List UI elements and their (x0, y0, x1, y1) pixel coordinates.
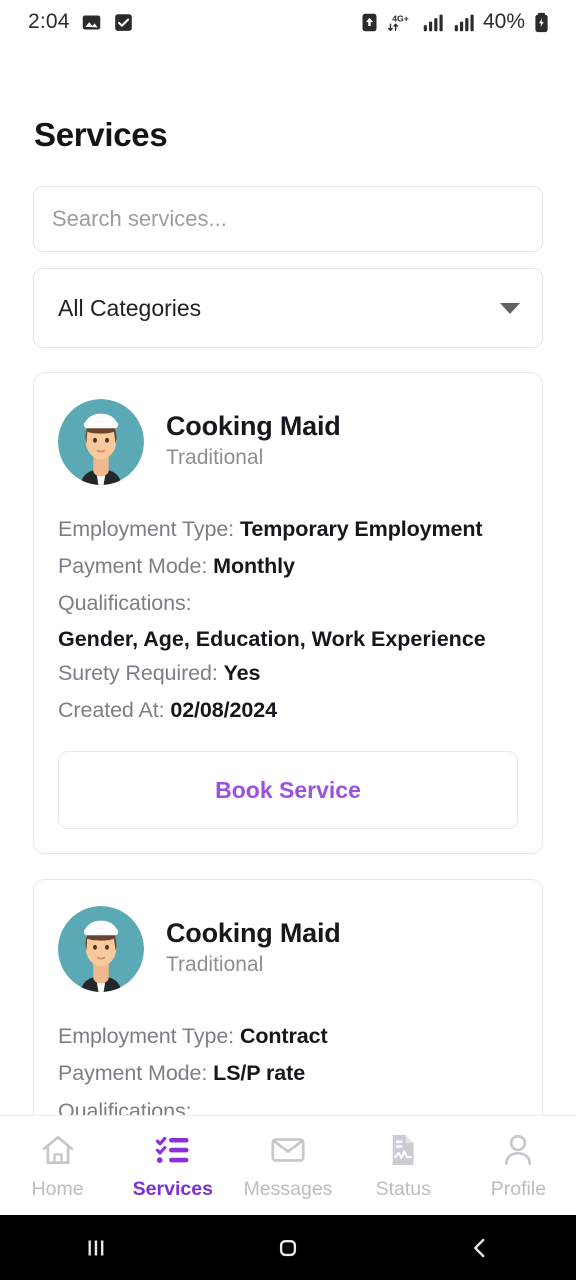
recents-icon[interactable] (0, 1233, 192, 1263)
service-card[interactable]: Cooking Maid Traditional Employment Type… (33, 372, 543, 855)
category-select[interactable]: All Categories (33, 268, 543, 348)
service-details: Employment Type: Contract Payment Mode: … (58, 1018, 518, 1115)
search-input[interactable] (52, 206, 524, 232)
service-subtitle: Traditional (166, 445, 264, 469)
employment-type-value: Contract (239, 1024, 328, 1049)
home-square-icon[interactable] (192, 1233, 384, 1263)
tab-home-label: Home (31, 1177, 84, 1200)
book-service-button[interactable]: Book Service (58, 751, 518, 830)
category-filter-container: All Categories (0, 252, 576, 348)
tab-home[interactable]: Home (0, 1131, 115, 1201)
status-bar-right: 4G+ 40% (360, 10, 550, 34)
service-card-list: Cooking Maid Traditional Employment Type… (0, 348, 576, 1115)
network-4g-plus-icon: 4G+ (388, 13, 409, 31)
maid-avatar (58, 906, 144, 993)
checklist-icon (155, 1136, 189, 1163)
qualifications-value: Gender, Age, Education, Work Experience (58, 626, 486, 651)
service-title: Cooking Maid (166, 410, 341, 441)
bottom-tab-bar: Home Services Messages Status Profile (0, 1115, 576, 1215)
tab-services[interactable]: Services (115, 1131, 230, 1201)
search-field-container (0, 154, 576, 252)
qualifications-label: Qualifications: (58, 1098, 192, 1115)
employment-type-row: Employment Type: Contract (58, 1018, 518, 1055)
status-bar-clock: 2:04 (28, 10, 70, 33)
tab-status-label: Status (375, 1177, 431, 1200)
service-card-titles: Cooking Maid Traditional (166, 918, 341, 981)
status-bar-left: 2:04 (28, 10, 134, 34)
payment-mode-label: Payment Mode: (58, 1061, 208, 1086)
android-navigation-bar (0, 1215, 576, 1280)
tab-services-label: Services (132, 1177, 213, 1200)
payment-mode-value: LS/P rate (213, 1061, 306, 1086)
svg-text:4G+: 4G+ (392, 13, 409, 23)
created-at-label: Created At: (58, 698, 165, 722)
payment-mode-label: Payment Mode: (58, 554, 208, 579)
back-chevron-icon[interactable] (384, 1233, 576, 1263)
chevron-down-icon (500, 302, 520, 314)
tab-messages[interactable]: Messages (230, 1131, 345, 1201)
service-subtitle: Traditional (166, 952, 264, 976)
battery-percent-label: 40% (482, 10, 525, 33)
signal-bars-icon (454, 14, 474, 31)
page-title: Services (34, 116, 168, 153)
service-card-titles: Cooking Maid Traditional (166, 411, 341, 474)
employment-type-value: Temporary Employment (239, 517, 483, 541)
employment-type-row: Employment Type: Temporary Employment (58, 511, 518, 548)
phone-screen: 2:04 4G+ 40% Services Search services...… (0, 0, 576, 1280)
tab-status[interactable]: Status (346, 1131, 461, 1201)
created-at-value: 02/08/2024 (170, 698, 277, 722)
surety-required-value: Yes (223, 660, 261, 685)
tab-messages-label: Messages (243, 1177, 333, 1200)
document-pulse-icon (392, 1134, 414, 1165)
payment-mode-value: Monthly (213, 554, 295, 579)
tab-profile-label: Profile (490, 1177, 547, 1200)
service-details: Employment Type: Temporary Employment Pa… (58, 511, 518, 729)
status-bar: 2:04 4G+ 40% (0, 0, 576, 44)
qualifications-label: Qualifications: (58, 591, 192, 616)
envelope-icon (271, 1137, 305, 1162)
payment-mode-row: Payment Mode: LS/P rate (58, 1055, 518, 1092)
created-at-row: Created At: 02/08/2024 (58, 692, 518, 729)
employment-type-label: Employment Type: (58, 517, 235, 541)
search-box[interactable] (33, 186, 543, 252)
employment-type-label: Employment Type: (58, 1024, 235, 1049)
surety-required-row: Surety Required: Yes (58, 655, 518, 692)
person-icon (505, 1134, 532, 1165)
data-saver-icon (362, 13, 377, 31)
signal-bars-icon (423, 14, 443, 31)
gallery-icon (82, 15, 100, 29)
maid-avatar (58, 399, 144, 485)
home-icon (42, 1135, 73, 1164)
checkbox-icon (114, 13, 132, 31)
service-card[interactable]: Cooking Maid Traditional Employment Type… (33, 879, 543, 1115)
battery-charging-icon (535, 12, 548, 32)
surety-required-label: Surety Required: (58, 660, 218, 685)
content-scroll-area[interactable]: Services All Categories (0, 44, 576, 1115)
service-card-header: Cooking Maid Traditional (58, 906, 518, 993)
category-select-value: All Categories (58, 294, 202, 321)
service-card-header: Cooking Maid Traditional (58, 399, 518, 485)
tab-profile[interactable]: Profile (461, 1131, 576, 1201)
service-title: Cooking Maid (166, 917, 341, 948)
payment-mode-row: Payment Mode: Monthly (58, 548, 518, 585)
